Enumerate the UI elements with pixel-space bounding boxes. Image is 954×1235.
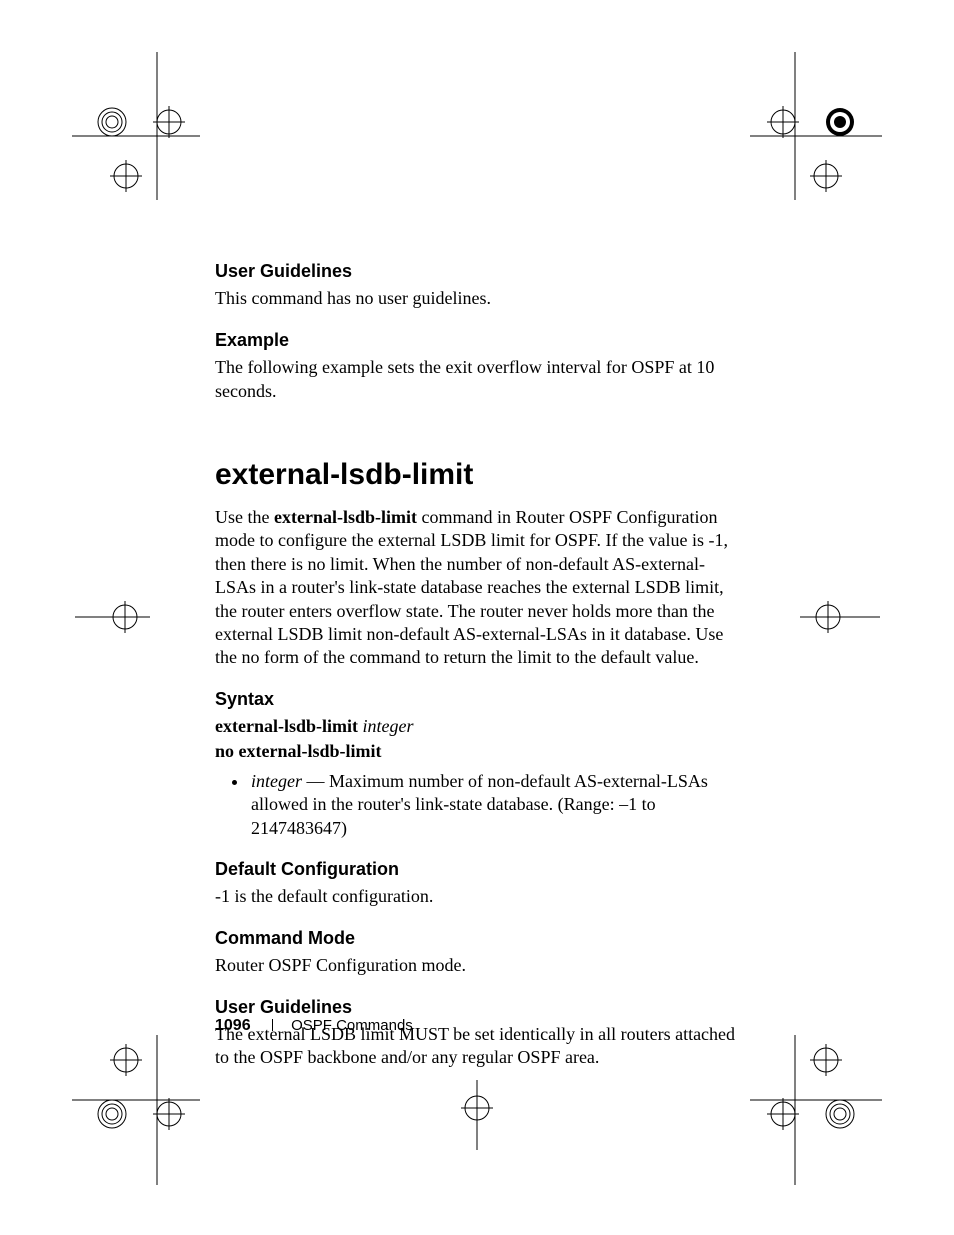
heading-syntax: Syntax xyxy=(215,688,745,711)
heading-example: Example xyxy=(215,329,745,352)
bullet-text: — Maximum number of non-default AS-exter… xyxy=(251,771,708,838)
syntax-command: external-lsdb-limit xyxy=(215,716,358,736)
footer-separator xyxy=(272,1019,273,1031)
command-title: external-lsdb-limit xyxy=(215,455,745,494)
syntax-arg: integer xyxy=(362,716,413,736)
text-default-config: -1 is the default configuration. xyxy=(215,885,745,908)
page-content: User Guidelines This command has no user… xyxy=(215,260,745,1072)
syntax-line-1: external-lsdb-limit integer xyxy=(215,715,745,738)
text-command-mode: Router OSPF Configuration mode. xyxy=(215,954,745,977)
heading-default-config: Default Configuration xyxy=(215,858,745,881)
page-number: 1096 xyxy=(215,1017,251,1034)
heading-user-guidelines-1: User Guidelines xyxy=(215,260,745,283)
text-user-guidelines-1: This command has no user guidelines. xyxy=(215,287,745,310)
syntax-no-form: no external-lsdb-limit xyxy=(215,740,745,763)
text-example: The following example sets the exit over… xyxy=(215,356,745,403)
page-footer: 1096 OSPF Commands xyxy=(215,1017,413,1035)
syntax-bullet-item: integer — Maximum number of non-default … xyxy=(249,770,745,840)
intro-command-name: external-lsdb-limit xyxy=(274,507,417,527)
command-intro: Use the external-lsdb-limit command in R… xyxy=(215,506,745,670)
intro-rest: command in Router OSPF Configuration mod… xyxy=(215,507,728,667)
bullet-arg: integer xyxy=(251,771,302,791)
intro-prefix: Use the xyxy=(215,507,274,527)
heading-command-mode: Command Mode xyxy=(215,927,745,950)
chapter-name: OSPF Commands xyxy=(291,1017,413,1034)
syntax-bullet-list: integer — Maximum number of non-default … xyxy=(215,770,745,840)
heading-user-guidelines-2: User Guidelines xyxy=(215,996,745,1019)
